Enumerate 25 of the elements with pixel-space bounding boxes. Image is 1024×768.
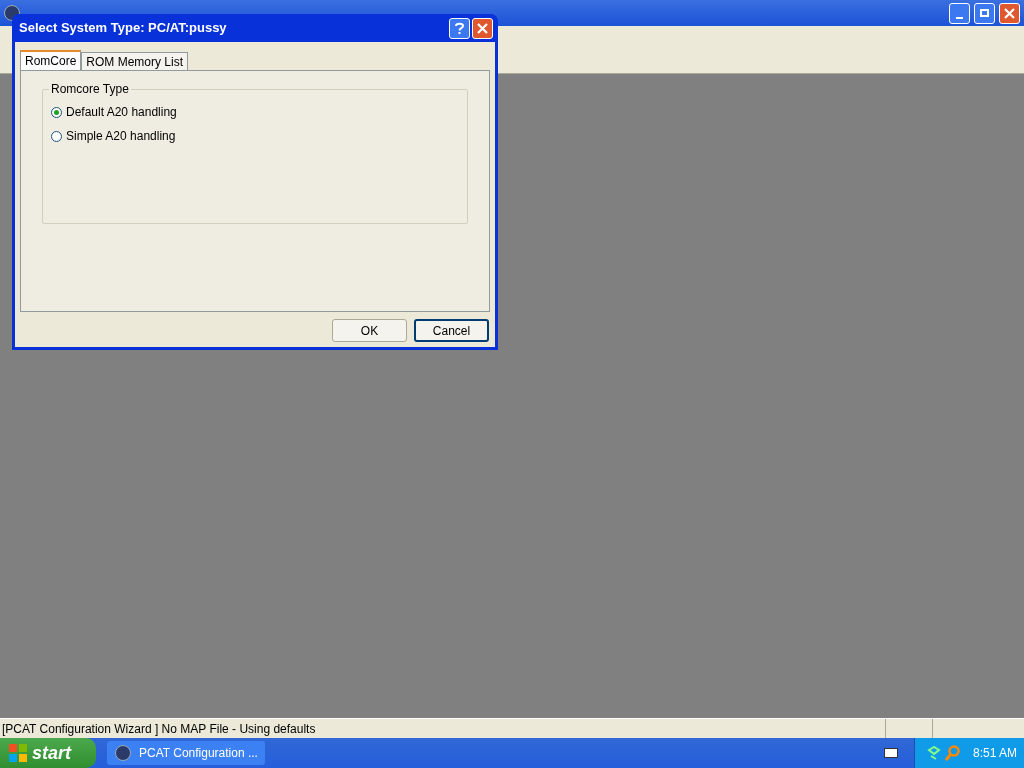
radio-label[interactable]: Default A20 handling <box>66 103 177 121</box>
keyboard-icon[interactable] <box>884 748 898 758</box>
tab[interactable]: ROM Memory List <box>81 52 189 70</box>
taskbar-button[interactable]: PCAT Configuration ... <box>107 741 265 765</box>
close-button[interactable] <box>472 17 493 39</box>
dialog-title: Select System Type: PC/AT:pussy <box>19 19 228 38</box>
close-button[interactable] <box>999 2 1020 24</box>
radio-label[interactable]: Simple A20 handling <box>66 127 176 145</box>
dialog-button[interactable]: Cancel <box>414 319 489 342</box>
help-button[interactable] <box>449 17 470 39</box>
restore-button[interactable] <box>974 2 995 24</box>
tab[interactable]: RomCore <box>20 50 82 70</box>
help-icon <box>455 21 464 35</box>
windows-logo-icon <box>8 743 28 763</box>
minimize-button[interactable] <box>949 2 970 24</box>
clock: 8:51 AM <box>973 745 1018 762</box>
group-title: Romcore Type <box>49 82 131 96</box>
app-icon <box>115 745 131 761</box>
radio-button[interactable] <box>51 106 62 118</box>
status-text: [PCAT Configuration Wizard ] No MAP File - Using defaults <box>1 721 317 738</box>
start-button[interactable]: start <box>0 738 96 768</box>
radio-button[interactable] <box>51 130 62 142</box>
close-icon <box>1004 7 1015 19</box>
dialog-button[interactable]: OK <box>332 319 407 342</box>
close-icon <box>477 22 488 34</box>
